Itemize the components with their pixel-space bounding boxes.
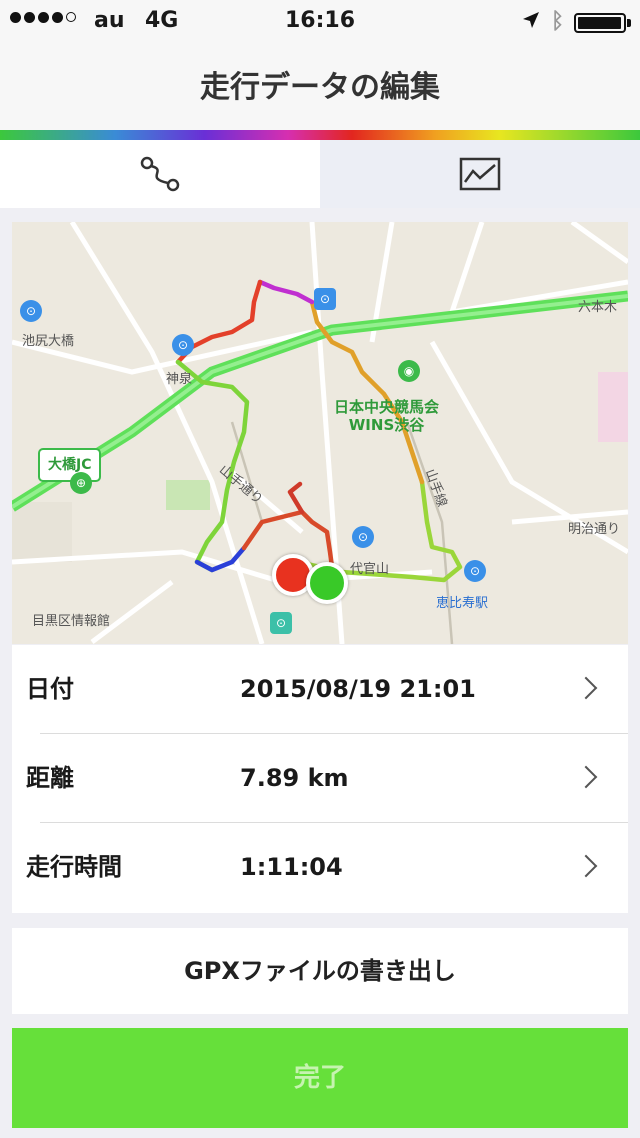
view-tabs [0,140,640,208]
bluetooth-icon: ᛒ [551,9,565,34]
map-label-shinsen: 神泉 [166,372,193,387]
page-title: 走行データの編集 [0,44,640,132]
station-pin-icon: ⊙ [314,288,336,310]
highway-sign-icon: ⊙ [270,612,292,634]
detail-value: 2015/08/19 21:01 [240,675,476,703]
location-arrow-icon [523,12,539,28]
map-label-meguro-info: 目黒区情報館 [32,614,111,629]
detail-label: 走行時間 [26,853,122,881]
done-button[interactable]: 完了 [12,1028,628,1128]
detail-value: 1:11:04 [240,853,343,881]
route-icon [140,156,180,192]
map-label-ebisu: 恵比寿駅 [436,596,489,611]
line-chart-icon [459,157,501,191]
chevron-right-icon [574,676,598,700]
junction-pin-icon: ⊕ [70,472,92,494]
chevron-right-icon [574,765,598,789]
detail-label: 距離 [26,764,74,792]
end-marker[interactable] [306,562,348,604]
clock: 16:16 [284,8,356,33]
map-label-roppongi: 六本木 [578,300,618,315]
transit-pin-icon: ⊙ [20,300,42,322]
route-map[interactable]: 六本木 池尻大橋 神泉 日本中央競馬会 WINS渋谷 大橋JC 山手通り 明治通… [12,222,628,644]
map-label-daikanyama: 代官山 [350,562,390,577]
speed-gradient-bar [0,130,640,140]
transit-pin-icon: ⊙ [172,334,194,356]
detail-label: 日付 [26,675,74,703]
detail-row-duration[interactable]: 走行時間 1:11:04 [12,823,628,912]
area-pink [598,372,628,442]
detail-row-distance[interactable]: 距離 7.89 km [12,734,628,823]
park-area [166,480,210,510]
map-label-ikejiri: 池尻大橋 [22,334,75,349]
tab-graph[interactable] [320,140,640,208]
status-bar: au 4G 16:16 ᛒ [0,0,640,44]
tab-route[interactable] [0,140,320,208]
detail-value: 7.89 km [240,764,349,792]
area-block [12,502,72,562]
run-details-list: 日付 2015/08/19 21:01 距離 7.89 km 走行時間 1:11… [12,645,628,913]
map-label-jra: 日本中央競馬会 WINS渋谷 [334,398,440,434]
detail-row-date[interactable]: 日付 2015/08/19 21:01 [12,645,628,734]
venue-pin-icon: ◉ [398,360,420,382]
battery-tip [627,19,631,27]
export-gpx-button[interactable]: GPXファイルの書き出し [12,928,628,1014]
map-label-meiji-dori: 明治通り [568,522,621,537]
station-pin-icon: ⊙ [352,526,374,548]
map-label-ohashi-jc: 大橋JC [38,448,102,482]
chevron-right-icon [574,854,598,878]
battery-icon [574,13,626,33]
station-pin-icon: ⊙ [464,560,486,582]
